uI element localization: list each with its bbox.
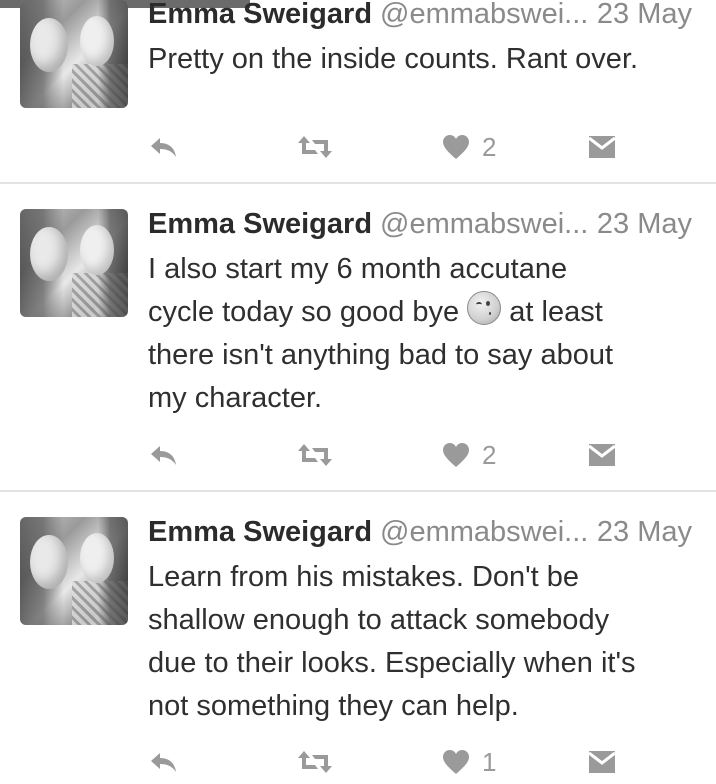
- reply-icon: [151, 753, 176, 772]
- tweet[interactable]: Emma Sweigard @emmabswei... 23 May I also…: [0, 184, 716, 492]
- tweet-text: Learn from his mistakes. Don't be shallo…: [148, 561, 636, 722]
- message-button[interactable]: [588, 742, 616, 782]
- like-button[interactable]: 1: [442, 742, 496, 782]
- direct-message-icon: [588, 751, 616, 773]
- direct-message-icon: [588, 136, 616, 158]
- retweet-button[interactable]: [296, 742, 334, 782]
- author-handle[interactable]: @emmabswei...: [380, 516, 588, 548]
- reply-icon: [151, 446, 176, 465]
- tweet-header: Emma Sweigard @emmabswei... 23 May: [148, 206, 692, 242]
- avatar[interactable]: [20, 517, 128, 625]
- tweet-date: 23 May: [596, 208, 692, 240]
- heart-icon: [443, 135, 469, 159]
- tweet[interactable]: Emma Sweigard @emmabswei... 23 May Learn …: [0, 492, 716, 784]
- author-name[interactable]: Emma Sweigard: [148, 0, 372, 30]
- avatar[interactable]: [20, 209, 128, 317]
- retweet-icon: [298, 751, 332, 773]
- tweet-actions: 2: [0, 127, 716, 167]
- kissing-face-emoji-icon: [467, 291, 502, 325]
- tweet-actions: 1: [0, 742, 716, 782]
- direct-message-icon: [588, 444, 616, 466]
- reply-button[interactable]: [148, 742, 180, 782]
- retweet-button[interactable]: [296, 127, 334, 167]
- retweet-button[interactable]: [296, 435, 334, 475]
- tweet[interactable]: Emma Sweigard @emmabswei... 23 May Pretty…: [0, 0, 716, 184]
- tweet-date: 23 May: [596, 516, 692, 548]
- like-count: 2: [482, 439, 497, 470]
- like-button[interactable]: 2: [442, 435, 496, 475]
- tweet-header: Emma Sweigard @emmabswei... 23 May: [148, 0, 692, 32]
- reply-button[interactable]: [148, 127, 180, 167]
- like-count: 1: [482, 746, 497, 777]
- reply-icon: [151, 138, 176, 157]
- like-button[interactable]: 2: [442, 127, 496, 167]
- like-count: 2: [482, 131, 497, 162]
- message-button[interactable]: [588, 435, 616, 475]
- tweet-text: Pretty on the inside counts. Rant over.: [148, 43, 639, 75]
- heart-icon: [443, 750, 469, 774]
- tweet-text: I also start my 6 month accutane cycle t…: [148, 253, 614, 414]
- heart-icon: [443, 443, 469, 467]
- tweet-date: 23 May: [596, 0, 692, 30]
- author-name[interactable]: Emma Sweigard: [148, 208, 372, 240]
- author-handle[interactable]: @emmabswei...: [380, 208, 588, 240]
- message-button[interactable]: [588, 127, 616, 167]
- author-handle[interactable]: @emmabswei...: [380, 0, 588, 30]
- tweet-actions: 2: [0, 435, 716, 475]
- avatar[interactable]: [20, 0, 128, 108]
- tweet-header: Emma Sweigard @emmabswei... 23 May: [148, 514, 692, 550]
- author-name[interactable]: Emma Sweigard: [148, 516, 372, 548]
- retweet-icon: [298, 444, 332, 466]
- retweet-icon: [298, 136, 332, 158]
- reply-button[interactable]: [148, 435, 180, 475]
